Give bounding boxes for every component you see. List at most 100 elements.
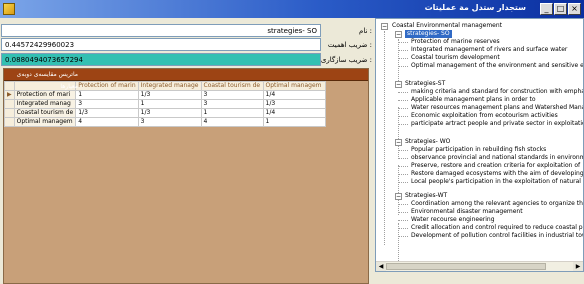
- collapse-icon[interactable]: −: [381, 23, 388, 30]
- tree-connector: [398, 92, 408, 93]
- tree-connector: [398, 158, 408, 159]
- tree-connector: [398, 39, 399, 81]
- tree-connector: [398, 150, 408, 151]
- table-cell[interactable]: 1/3: [137, 90, 202, 100]
- tree-leaf-node[interactable]: Optimal management of the environment an…: [411, 62, 583, 70]
- title-bar: ستجدار ستدل مة عمليتات _ □ ×: [0, 0, 584, 18]
- name-field[interactable]: strategies- SO: [1, 24, 321, 37]
- comparison-grid: ماتریس مقایسه‌ی دوبه‌ی معیارها Protectio…: [3, 68, 369, 284]
- tree-leaf-node[interactable]: Coordination among the relevant agencies…: [411, 200, 583, 208]
- table-cell[interactable]: 1/4: [262, 90, 326, 100]
- tree-leaf-node[interactable]: Environmental disaster management: [411, 208, 523, 216]
- tree-connector: [398, 58, 408, 59]
- column-header[interactable]: Protection of marin: [75, 81, 139, 91]
- tree-leaf-node[interactable]: participate artract people and private s…: [411, 120, 583, 128]
- table-row[interactable]: ▶ Protection of mari 1 1/3 3 1/4: [4, 90, 326, 100]
- tree-leaf-node[interactable]: Integrated management of rivers and surf…: [411, 46, 567, 54]
- table-cell[interactable]: 4: [200, 117, 264, 127]
- tree-leaf-node[interactable]: Local people's participation in the expl…: [411, 178, 583, 186]
- table-cell[interactable]: 3: [75, 99, 139, 109]
- tree-root[interactable]: Coastal Environmental management: [392, 22, 502, 30]
- table-row[interactable]: Optimal managem 4 3 4 1: [4, 117, 326, 127]
- tree-connector: [398, 66, 408, 67]
- collapse-icon[interactable]: −: [395, 193, 402, 200]
- minimize-button[interactable]: _: [540, 3, 553, 15]
- table-cell[interactable]: 1: [137, 99, 202, 109]
- details-panel: strategies- SO نام : 0.44572429960023 ضر…: [0, 18, 375, 284]
- tree-group-node[interactable]: strategies- SO: [405, 30, 452, 38]
- table-cell[interactable]: 1/4: [262, 108, 326, 118]
- tree-connector: [398, 182, 408, 183]
- tree-connector: [398, 108, 408, 109]
- table-cell[interactable]: 1: [262, 117, 326, 127]
- row-marker[interactable]: [4, 108, 15, 118]
- row-marker[interactable]: ▶: [4, 90, 15, 100]
- scroll-thumb[interactable]: [386, 263, 546, 270]
- tree-connector: [398, 42, 408, 43]
- tree-connector: [398, 116, 408, 117]
- table-cell[interactable]: 1: [75, 90, 139, 100]
- tree-leaf-node[interactable]: Preserve, restore and creation criteria …: [411, 162, 580, 170]
- tree-group-node[interactable]: Strategies- WO: [405, 138, 450, 146]
- tree-group-node[interactable]: Strategies-ST: [405, 80, 445, 88]
- table-cell[interactable]: 3: [200, 90, 264, 100]
- tree-leaf-node[interactable]: Restore damaged ecosystems with the aim …: [411, 170, 583, 178]
- importance-label: ضریب اهمیت :: [327, 41, 372, 49]
- row-name: Integrated manag: [13, 99, 77, 109]
- table-cell[interactable]: 1/3: [137, 108, 202, 118]
- tree-leaf-node[interactable]: Credit allocation and control required t…: [411, 224, 583, 232]
- row-name: Coastal tourism de: [13, 108, 77, 118]
- row-name: Optimal managem: [13, 117, 77, 127]
- scroll-right-icon[interactable]: ▶: [573, 262, 583, 271]
- table-cell[interactable]: 4: [75, 117, 139, 127]
- collapse-icon[interactable]: −: [395, 31, 402, 38]
- column-header[interactable]: Optimal managem: [262, 81, 326, 91]
- tree-leaf-node[interactable]: making criteria and standard for constru…: [411, 88, 583, 96]
- window-title: ستجدار ستدل مة عمليتات: [424, 3, 526, 12]
- compatibility-field[interactable]: 0.0880494073657294: [1, 53, 321, 66]
- tree-connector: [398, 212, 408, 213]
- tree-connector: [398, 204, 408, 205]
- strategy-tree[interactable]: − Coastal Environmental management − str…: [375, 18, 584, 272]
- tree-leaf-node[interactable]: Coastal tourism development: [411, 54, 500, 62]
- compatibility-label: ضریب سازگاری :: [320, 56, 372, 64]
- table-cell[interactable]: 3: [200, 99, 264, 109]
- tree-leaf-node[interactable]: Economic exploitation from ecotourism ac…: [411, 112, 558, 120]
- table-cell[interactable]: 1/3: [262, 99, 326, 109]
- tree-group-node[interactable]: Strategies-WT: [405, 192, 447, 200]
- tree-leaf-node[interactable]: Applicable management plans in order to: [411, 96, 536, 104]
- table-row[interactable]: Integrated manag 3 1 3 1/3: [4, 99, 326, 109]
- close-button[interactable]: ×: [568, 3, 581, 15]
- tree-leaf-node[interactable]: Water recourse engineering: [411, 216, 495, 224]
- collapse-icon[interactable]: −: [395, 81, 402, 88]
- table-cell[interactable]: 1/3: [75, 108, 139, 118]
- row-marker[interactable]: [4, 117, 15, 127]
- tree-leaf-node[interactable]: Development of pollution control facilit…: [411, 232, 583, 240]
- tree-leaf-node[interactable]: Popular participation in rebuilding fish…: [411, 146, 546, 154]
- tree-leaf-node[interactable]: Water resources management plans and Wat…: [411, 104, 583, 112]
- comparison-table: Protection of marin Integrated manage Co…: [4, 81, 326, 127]
- grid-caption: ماتریس مقایسه‌ی دوبه‌ی معیارها: [4, 69, 368, 90]
- importance-field[interactable]: 0.44572429960023: [1, 38, 321, 51]
- tree-connector: [398, 165, 399, 215]
- table-cell[interactable]: 3: [137, 117, 202, 127]
- tree-connector: [398, 166, 408, 167]
- table-row[interactable]: Coastal tourism de 1/3 1/3 1 1/4: [4, 108, 326, 118]
- tree-connector: [398, 100, 408, 101]
- maximize-button[interactable]: □: [554, 3, 567, 15]
- column-header[interactable]: Coastal tourism de: [200, 81, 264, 91]
- scroll-left-icon[interactable]: ◀: [376, 262, 386, 271]
- column-header[interactable]: Integrated manage: [137, 81, 202, 91]
- tree-leaf-node[interactable]: observance provincial and national stand…: [411, 154, 583, 162]
- horizontal-scrollbar[interactable]: ◀ ▶: [376, 261, 583, 271]
- tree-connector: [398, 174, 408, 175]
- tree-connector: [398, 124, 408, 125]
- collapse-icon[interactable]: −: [395, 139, 402, 146]
- tree-connector: [384, 31, 385, 245]
- table-cell[interactable]: 1: [200, 108, 264, 118]
- row-marker[interactable]: [4, 99, 15, 109]
- table-header-row: Protection of marin Integrated manage Co…: [4, 81, 326, 91]
- tree-leaf-node[interactable]: Protection of marine reserves: [411, 38, 500, 46]
- tree-connector: [398, 220, 408, 221]
- tree-connector: [398, 236, 408, 237]
